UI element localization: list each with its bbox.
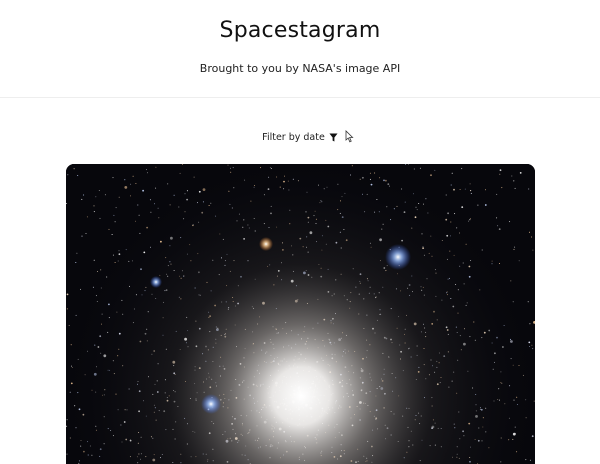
filter-label: Filter by date	[262, 132, 325, 143]
app-title: Spacestagram	[219, 18, 381, 43]
filter-by-date-button[interactable]: Filter by date	[262, 132, 338, 143]
mouse-cursor-icon	[345, 128, 354, 147]
star-cluster-photo[interactable]	[66, 164, 535, 464]
page-header: Spacestagram Brought to you by NASA's im…	[0, 0, 600, 98]
filter-bar: Filter by date	[0, 132, 600, 143]
filter-funnel-icon	[329, 133, 338, 142]
app-subtitle: Brought to you by NASA's image API	[199, 62, 401, 75]
post-card	[66, 164, 535, 464]
